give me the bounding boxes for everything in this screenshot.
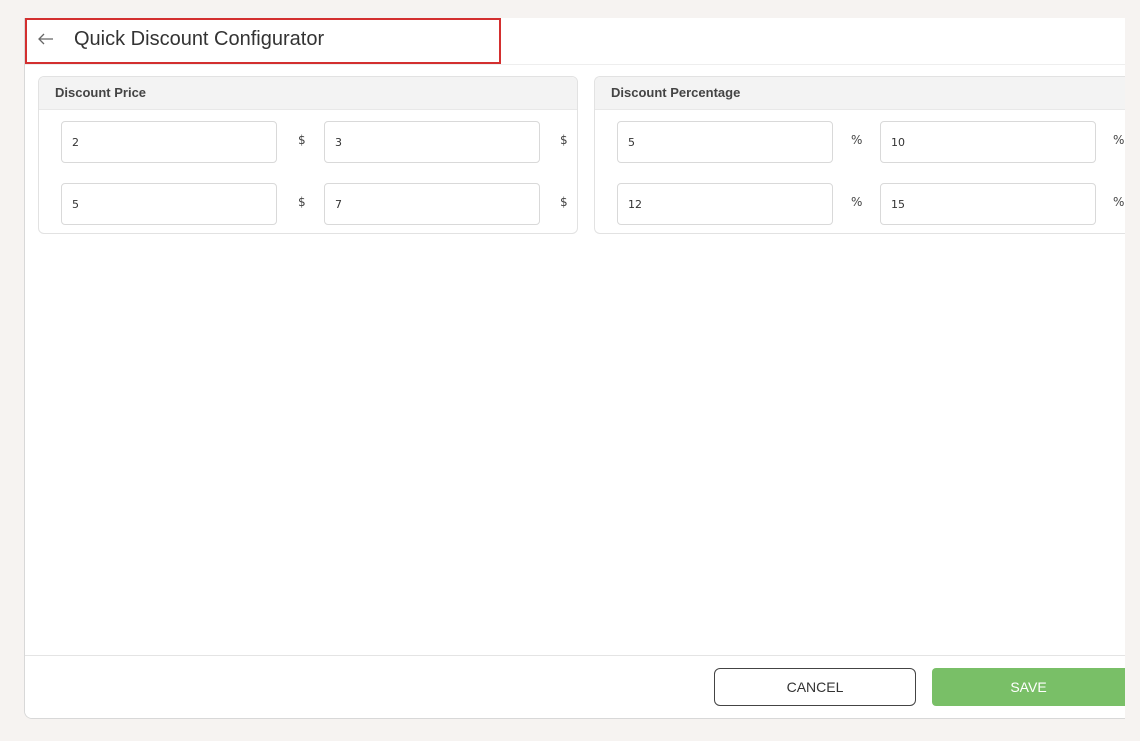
discount-price-card: Discount Price $ $ $ $ xyxy=(38,76,578,234)
percent-unit-label: % xyxy=(1113,195,1125,209)
dollar-unit-label: $ xyxy=(298,195,306,209)
discount-configurator-panel: Quick Discount Configurator Discount Pri… xyxy=(24,18,1125,719)
save-button[interactable]: SAVE xyxy=(932,668,1125,706)
discount-percentage-input-3[interactable] xyxy=(617,183,833,225)
discount-percentage-heading: Discount Percentage xyxy=(595,77,1125,110)
discount-price-input-1[interactable] xyxy=(61,121,277,163)
page-title: Quick Discount Configurator xyxy=(74,28,325,50)
discount-price-input-2[interactable] xyxy=(324,121,540,163)
discount-price-input-4[interactable] xyxy=(324,183,540,225)
dollar-unit-label: $ xyxy=(298,133,306,147)
discount-percentage-card: Discount Percentage % % % % xyxy=(594,76,1125,234)
arrow-left-icon[interactable] xyxy=(35,27,59,51)
percent-unit-label: % xyxy=(1113,133,1125,147)
discount-percentage-input-1[interactable] xyxy=(617,121,833,163)
percent-unit-label: % xyxy=(851,133,863,147)
dollar-unit-label: $ xyxy=(560,133,568,147)
discount-percentage-input-4[interactable] xyxy=(880,183,1096,225)
dollar-unit-label: $ xyxy=(560,195,568,209)
discount-price-heading: Discount Price xyxy=(39,77,577,110)
percent-unit-label: % xyxy=(851,195,863,209)
discount-price-input-3[interactable] xyxy=(61,183,277,225)
discount-percentage-input-2[interactable] xyxy=(880,121,1096,163)
page-header: Quick Discount Configurator xyxy=(25,18,1125,65)
action-footer: CANCEL SAVE xyxy=(25,655,1125,718)
cancel-button[interactable]: CANCEL xyxy=(714,668,916,706)
